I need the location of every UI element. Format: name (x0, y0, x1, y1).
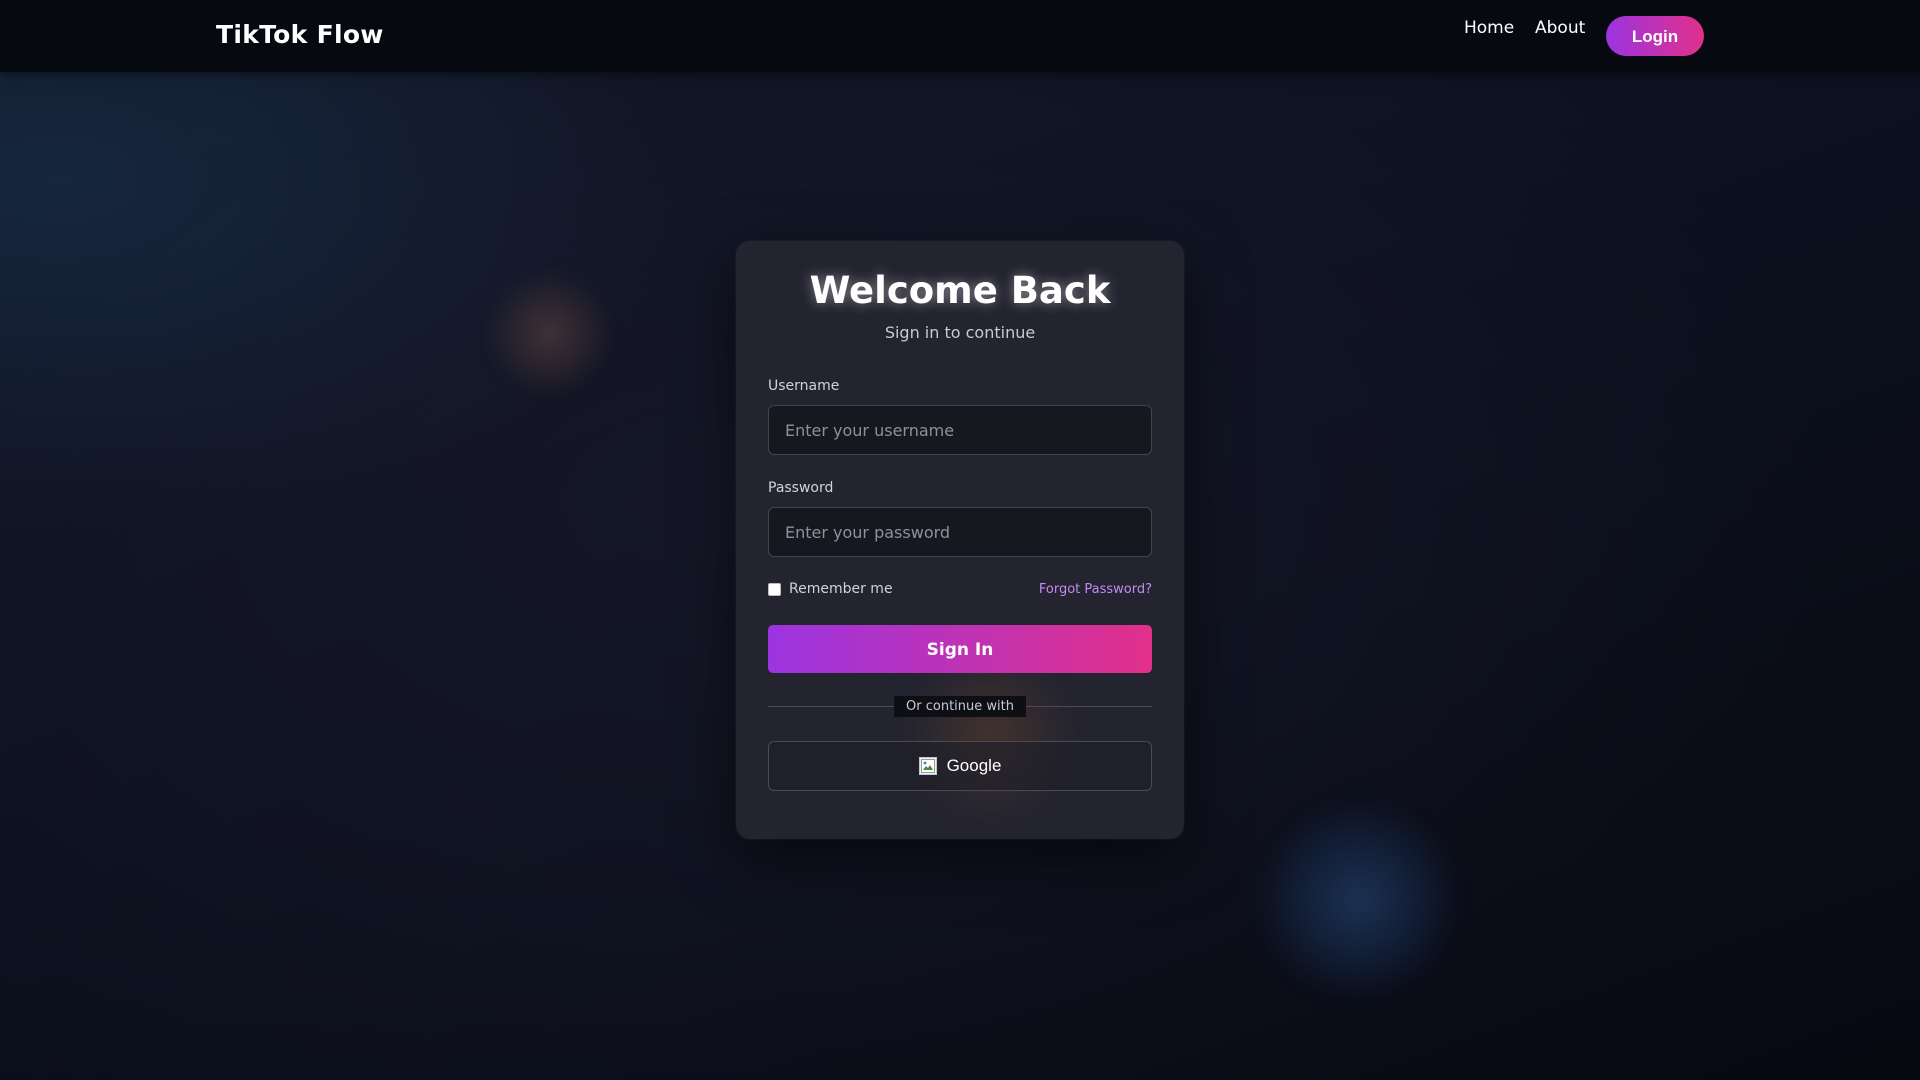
page-subtitle: Sign in to continue (884, 323, 1036, 342)
google-sign-in-button[interactable]: Google (768, 741, 1152, 791)
brand-logo[interactable]: TikTok Flow (216, 20, 384, 49)
nav-link-about[interactable]: About (1535, 18, 1585, 38)
broken-image-icon (918, 757, 937, 775)
google-label: Google (946, 756, 1002, 775)
page-title: Welcome Back (809, 269, 1111, 312)
divider-label: Or continue with (894, 696, 1026, 717)
username-label: Username (768, 378, 840, 394)
card-glow (906, 651, 1076, 821)
username-input[interactable] (768, 405, 1152, 455)
background-glow-blue (1258, 800, 1458, 1000)
remember-checkbox[interactable] (768, 582, 781, 596)
nav-login-button[interactable]: Login (1606, 16, 1704, 56)
background-glow-orange (486, 270, 612, 396)
password-label: Password (768, 480, 834, 496)
password-input[interactable] (768, 507, 1152, 557)
forgot-password-link[interactable]: Forgot Password? (1039, 582, 1152, 597)
navbar: TikTok Flow Home About Login (0, 0, 1920, 72)
remember-me: Remember me (768, 581, 893, 597)
sign-in-button[interactable]: Sign In (768, 625, 1152, 673)
remember-label[interactable]: Remember me (789, 581, 893, 597)
nav-link-home[interactable]: Home (1464, 18, 1514, 38)
login-card: Welcome Back Sign in to continue Usernam… (736, 241, 1184, 839)
